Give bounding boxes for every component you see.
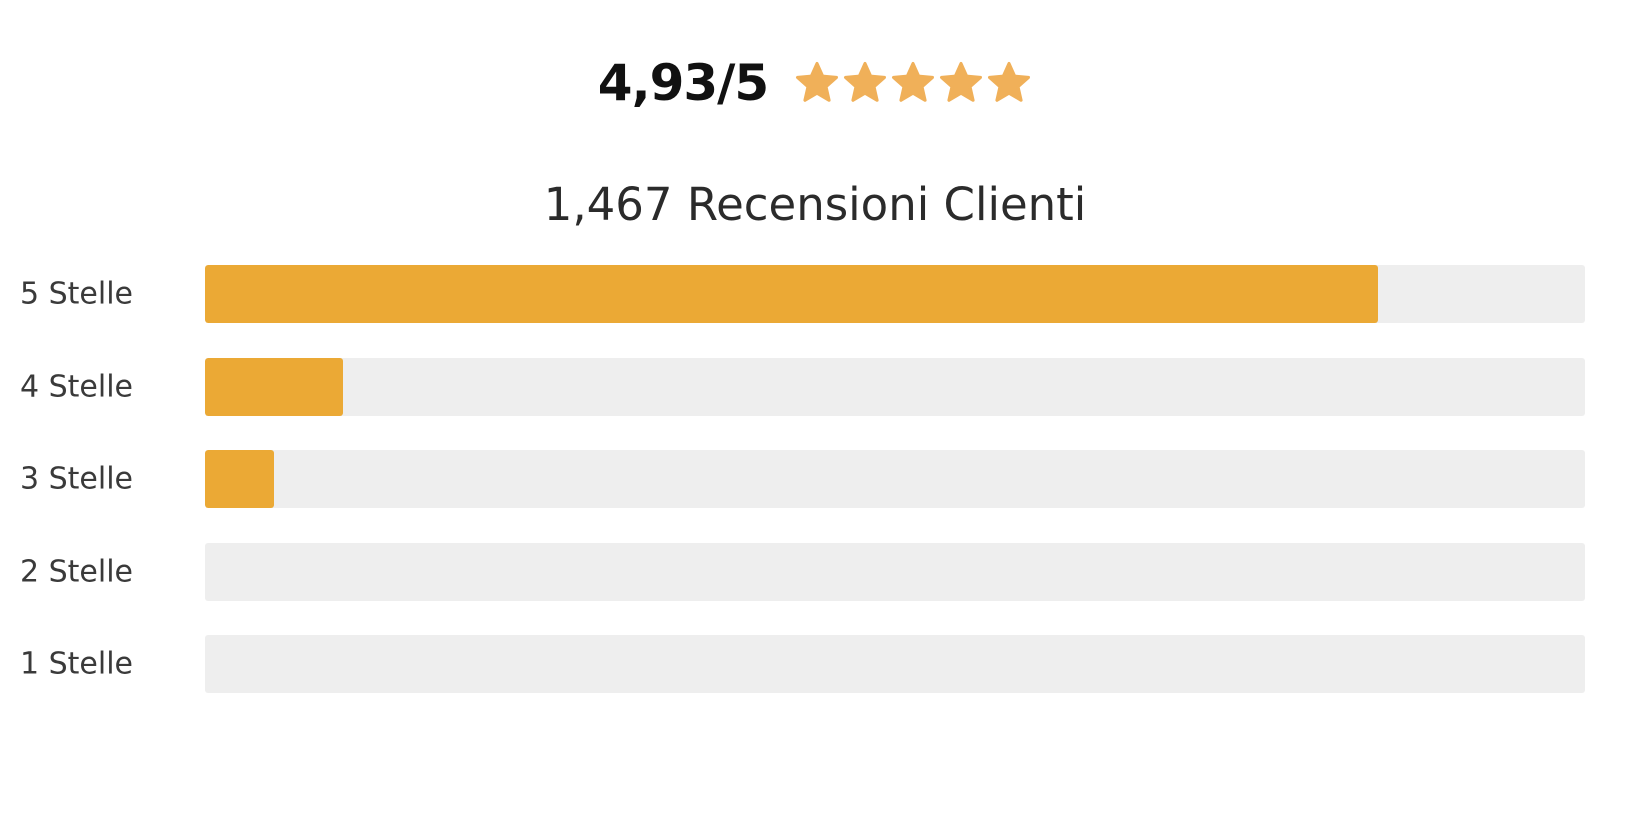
rating-row-label: 1 Stelle — [20, 646, 134, 682]
star-rating — [794, 60, 1032, 106]
rating-bar-fill — [205, 450, 274, 508]
rating-row-5[interactable]: 5 Stelle — [0, 265, 1630, 323]
rating-row-label: 2 Stelle — [20, 554, 134, 589]
rating-row-1[interactable]: 1 Stelle — [0, 635, 1630, 693]
rating-row-label: 3 Stelle — [20, 461, 134, 497]
rating-bar-track — [205, 635, 1585, 693]
review-count: 1,467 Recensioni Clienti — [543, 178, 1087, 231]
rating-bar-fill — [205, 357, 343, 416]
rating-row-label: 4 Stelle — [20, 369, 134, 404]
star-icon — [844, 61, 887, 102]
star-icon — [988, 61, 1031, 102]
rating-row-4[interactable]: 4 Stelle — [0, 357, 1630, 416]
rating-bar-track — [205, 357, 1585, 416]
rating-row-3[interactable]: 3 Stelle — [0, 450, 1630, 508]
rating-bar-fill — [205, 265, 1378, 323]
rating-bar-track — [205, 450, 1585, 508]
rating-bar-track — [205, 542, 1585, 601]
rating-row-2[interactable]: 2 Stelle — [0, 542, 1630, 601]
rating-row-label: 5 Stelle — [20, 276, 134, 312]
rating-summary: 4,93/5 — [0, 58, 1630, 108]
star-icon — [796, 61, 839, 102]
star-icon — [940, 61, 983, 102]
star-icon — [892, 61, 935, 102]
average-score: 4,93/5 — [597, 54, 769, 112]
rating-bar-track — [205, 265, 1585, 323]
